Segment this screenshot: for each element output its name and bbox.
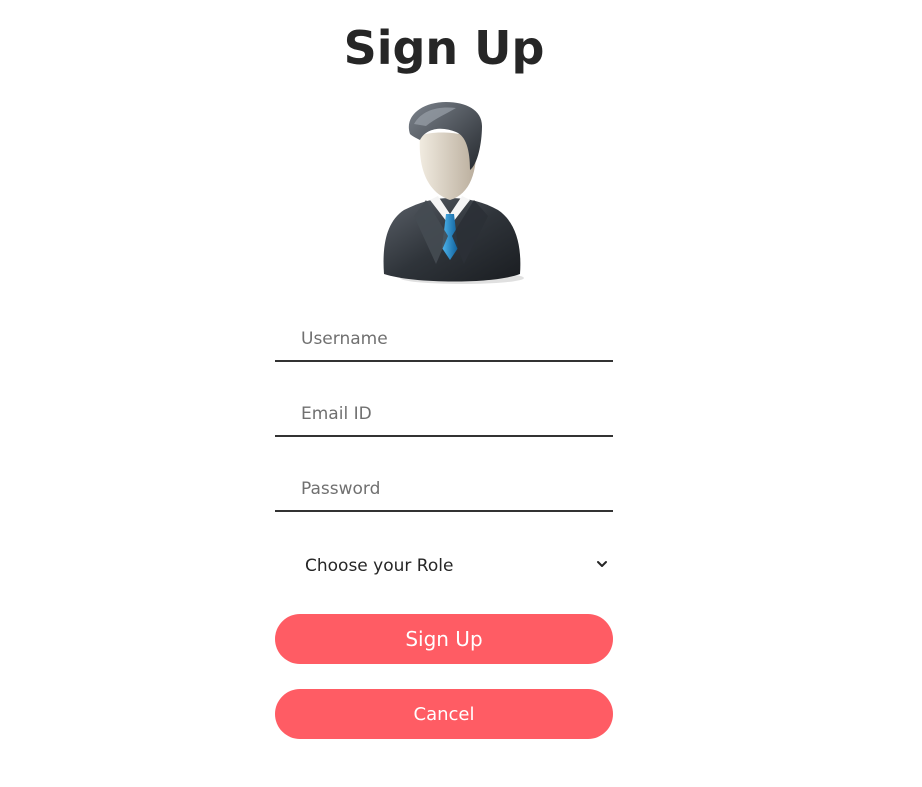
sign-up-button[interactable]: Sign Up [275,614,613,664]
businessman-avatar-icon [383,102,524,284]
role-select[interactable]: Choose your Role [275,546,613,586]
email-input[interactable] [275,393,613,437]
cancel-button[interactable]: Cancel [275,689,613,739]
page-title: Sign Up [343,21,545,75]
role-select-value: Choose your Role [305,556,454,576]
chevron-down-icon [597,561,607,567]
password-input[interactable] [275,468,613,512]
username-input[interactable] [275,318,613,362]
